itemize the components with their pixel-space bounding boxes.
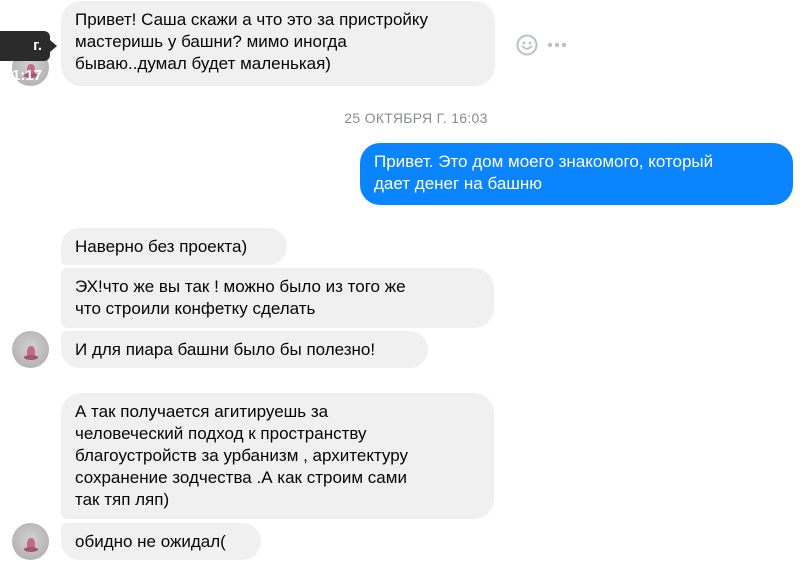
avatar-figure [24, 538, 38, 552]
date-separator: 25 ОКТЯБРЯ Г. 16:03 [344, 110, 488, 126]
incoming-message[interactable]: А так получается агитируешь за человечес… [61, 393, 494, 519]
smile-icon[interactable] [516, 34, 538, 56]
avatar[interactable] [12, 331, 49, 368]
tooltip-arrow [50, 40, 57, 52]
incoming-message[interactable]: обидно не ожидал( [61, 523, 261, 560]
outgoing-message[interactable]: Привет. Это дом моего знакомого, который… [360, 143, 793, 205]
more-icon[interactable] [546, 34, 568, 56]
timestamp-tooltip: г. 11:17 [0, 31, 50, 84]
incoming-message[interactable]: ЭХ!что же вы так ! можно было из того же… [61, 268, 494, 328]
incoming-message[interactable]: И для пиара башни было бы полезно! [61, 331, 428, 368]
incoming-message[interactable]: Наверно без проекта) [61, 228, 287, 265]
avatar-figure [24, 346, 38, 360]
avatar[interactable] [12, 523, 49, 560]
incoming-message[interactable]: Привет! Саша скажи а что это за пристрой… [61, 1, 495, 86]
message-actions [516, 34, 568, 56]
